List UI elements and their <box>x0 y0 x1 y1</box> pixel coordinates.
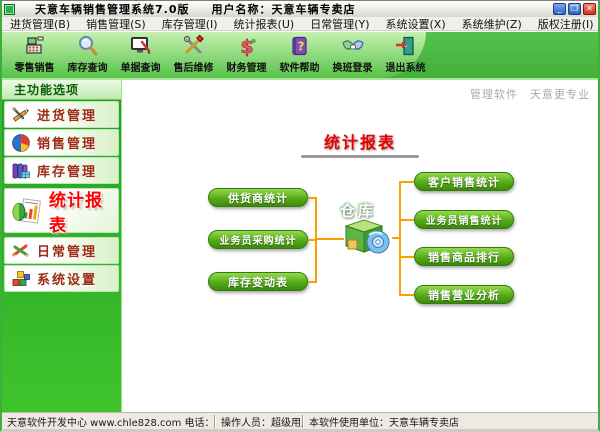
menu-bar: 进货管理(B) 销售管理(S) 库存管理(I) 统计报表(U) 日常管理(Y) … <box>2 17 598 31</box>
connector-left-stub-3 <box>308 280 315 283</box>
sales-pie-icon <box>12 133 30 152</box>
tools-icon <box>183 34 204 54</box>
app-icon <box>4 3 15 15</box>
status-developer-info: 天意软件开发中心 www.chle828.com 电话：0635-7987905… <box>7 417 214 429</box>
toolbar-after-sale-repair[interactable]: 售后维修 <box>167 34 220 74</box>
money-icon: $ <box>240 36 256 58</box>
connector-left-stub-2 <box>308 238 315 241</box>
main-area: 主功能选项 进货管理 销售管理 库存管理 统计报表 日常管理 系统设置 管理软件… <box>2 80 598 412</box>
page-title: 统计报表 <box>323 133 397 152</box>
sidebar-filler <box>2 292 121 412</box>
menu-register[interactable]: 版权注册(I) <box>538 16 594 32</box>
svg-text:$: $ <box>240 36 253 58</box>
toolbar-shift-login[interactable]: 换班登录 <box>326 34 379 74</box>
window-controls: _ ❐ ✕ <box>553 3 596 15</box>
watermark-slogan: 管理软件 天意更专业 <box>470 88 590 101</box>
inventory-books-icon <box>12 163 30 178</box>
connector-left-stub-1 <box>308 196 315 199</box>
status-licensee: 本软件使用单位：天意车辆专卖店 <box>309 417 459 429</box>
report-chart-icon <box>12 197 42 224</box>
menu-settings[interactable]: 系统设置(X) <box>386 16 446 32</box>
menu-purchase[interactable]: 进货管理(B) <box>10 16 70 32</box>
cash-register-icon <box>25 36 43 54</box>
toolbar: 零售销售 库存查询 单据查询 售后维修 $ 财务管理 ? 软件帮助 换班登录 退… <box>2 31 598 80</box>
help-book-icon: ? <box>291 36 307 56</box>
toolbar-retail-sale[interactable]: 零售销售 <box>8 34 61 74</box>
node-product-ranking[interactable]: 销售商品排行 <box>414 247 514 266</box>
node-stock-change-table[interactable]: 库存变动表 <box>208 272 308 291</box>
status-bar: 天意软件开发中心 www.chle828.com 电话：0635-7987905… <box>2 412 598 429</box>
sidebar-item-inventory[interactable]: 库存管理 <box>4 157 119 184</box>
sidebar-item-sales[interactable]: 销售管理 <box>4 129 119 156</box>
menu-maintenance[interactable]: 系统维护(Z) <box>462 16 522 32</box>
sidebar-header: 主功能选项 <box>2 80 121 100</box>
handshake-icon <box>341 40 364 50</box>
svg-text:?: ? <box>297 40 304 54</box>
exit-door-icon <box>395 36 414 56</box>
menu-daily[interactable]: 日常管理(Y) <box>310 16 369 32</box>
connector-right-stub-1 <box>401 180 414 183</box>
node-customer-sales-stats[interactable]: 客户销售统计 <box>414 172 514 191</box>
sidebar-item-reports[interactable]: 统计报表 <box>4 188 119 236</box>
toolbar-document-query[interactable]: 单据查询 <box>114 34 167 74</box>
magnifier-icon <box>78 36 97 56</box>
sidebar: 主功能选项 进货管理 销售管理 库存管理 统计报表 日常管理 系统设置 <box>2 80 122 412</box>
app-window: 天意车辆销售管理系统7.0版 用户名称：天意车辆专卖店 _ ❐ ✕ 进货管理(B… <box>0 0 600 432</box>
toolbar-exit-system[interactable]: 退出系统 <box>379 34 432 74</box>
sidebar-item-daily[interactable]: 日常管理 <box>4 237 119 264</box>
toolbar-help[interactable]: ? 软件帮助 <box>273 34 326 74</box>
node-salesman-sales-stats[interactable]: 业务员销售统计 <box>414 210 514 229</box>
warehouse-box-cd-icon <box>344 219 390 254</box>
node-supplier-stats[interactable]: 供货商统计 <box>208 188 308 207</box>
node-buyer-purchase-stats[interactable]: 业务员采购统计 <box>208 230 308 249</box>
settings-cubes-icon <box>12 270 30 286</box>
toolbar-stock-query[interactable]: 库存查询 <box>61 34 114 74</box>
connector-left-trunk <box>315 196 317 283</box>
connector-right-stub-4 <box>401 293 414 296</box>
sidebar-item-purchase[interactable]: 进货管理 <box>4 101 119 128</box>
monitor-icon <box>130 37 150 54</box>
node-sales-analysis[interactable]: 销售营业分析 <box>414 285 514 304</box>
menu-reports[interactable]: 统计报表(U) <box>234 16 295 32</box>
daily-pencils-icon <box>12 244 29 256</box>
close-button[interactable]: ✕ <box>583 3 596 15</box>
menu-inventory[interactable]: 库存管理(I) <box>162 16 218 32</box>
restore-button[interactable]: ❐ <box>568 3 581 15</box>
content-area: 管理软件 天意更专业 统计报表 供货商统计 业务员采购统计 库存变动表 客户销售… <box>122 80 598 412</box>
status-operator: 操作人员：超级用户 <box>221 417 302 429</box>
connector-right-trunk <box>399 180 401 296</box>
sidebar-item-settings[interactable]: 系统设置 <box>4 265 119 292</box>
title-underline <box>301 155 419 158</box>
menu-sales[interactable]: 销售管理(S) <box>86 16 146 32</box>
minimize-button[interactable]: _ <box>553 3 566 15</box>
connector-right-stub-2 <box>401 218 414 221</box>
toolbar-finance[interactable]: $ 财务管理 <box>220 34 273 74</box>
purchase-icon <box>12 106 29 122</box>
connector-right-stub-3 <box>401 255 414 258</box>
